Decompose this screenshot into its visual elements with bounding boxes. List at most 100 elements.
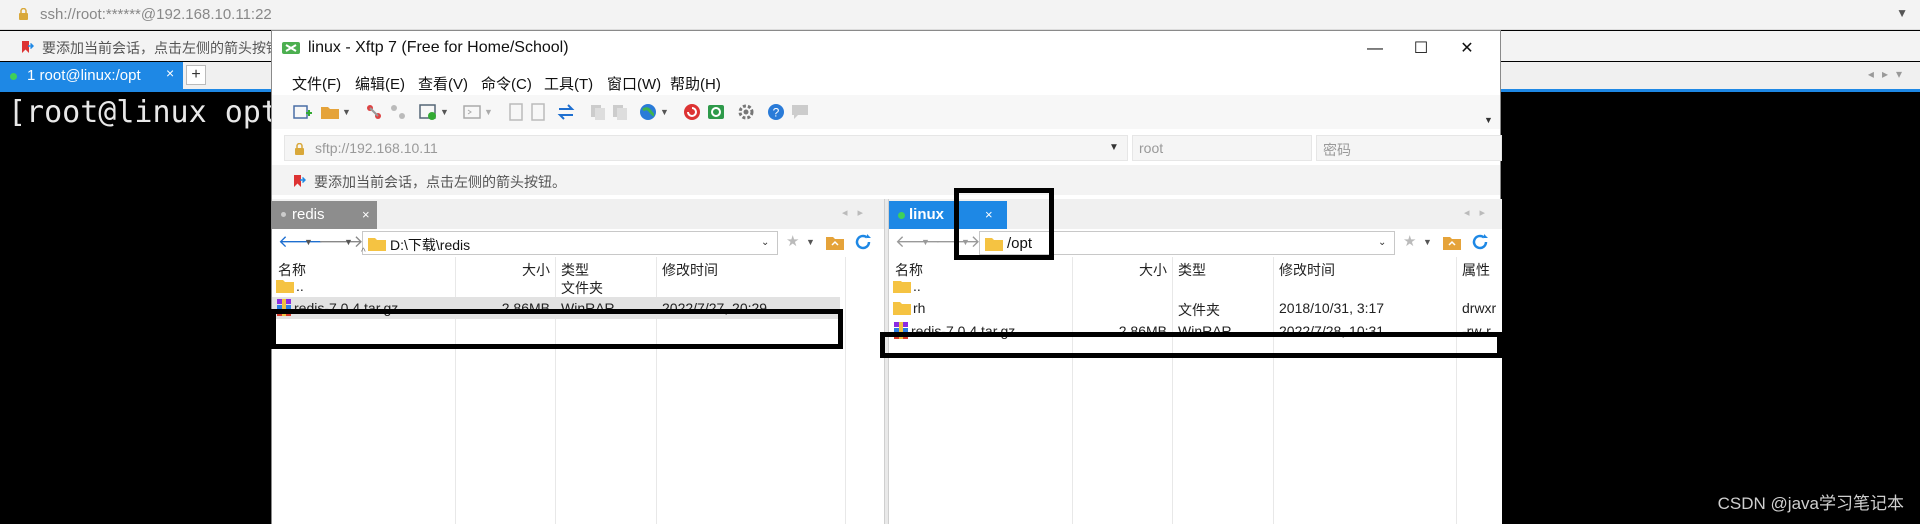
local-tab-strip: redis × ◂▸ bbox=[272, 199, 884, 229]
online-status-icon bbox=[10, 73, 17, 80]
chevron-down-icon[interactable]: ▼ bbox=[344, 237, 353, 247]
password-input[interactable]: 密码 bbox=[1316, 135, 1502, 161]
column-divider[interactable] bbox=[1072, 257, 1073, 281]
toolbar: ▼ ▼ ▼ ▼ ? ▼ bbox=[272, 95, 1500, 129]
open-folder-icon[interactable] bbox=[320, 102, 340, 122]
new-session-icon[interactable] bbox=[292, 102, 312, 122]
column-divider[interactable] bbox=[1273, 257, 1274, 281]
chevron-down-icon[interactable]: ▼ bbox=[1109, 142, 1119, 153]
chevron-down-icon[interactable]: ▼ bbox=[342, 107, 362, 127]
transfer-icon[interactable] bbox=[556, 102, 576, 122]
paste-icon[interactable] bbox=[528, 102, 548, 122]
folder-icon bbox=[368, 238, 386, 251]
star-icon[interactable]: ★ bbox=[1403, 232, 1416, 250]
username-input[interactable]: root bbox=[1132, 135, 1312, 161]
sort-ascending-icon: ^ bbox=[361, 247, 366, 258]
menu-command[interactable]: 命令(C) bbox=[481, 73, 532, 94]
remote-col-size[interactable]: 大小 bbox=[1137, 260, 1167, 280]
gear-icon[interactable] bbox=[736, 102, 756, 122]
chevron-down-icon[interactable]: ▼ bbox=[1484, 115, 1504, 135]
chevron-down-icon[interactable]: ▼ bbox=[484, 107, 504, 127]
menu-help[interactable]: 帮助(H) bbox=[670, 73, 721, 94]
remote-col-attributes[interactable]: 属性 bbox=[1462, 260, 1490, 280]
close-tab-icon[interactable]: × bbox=[166, 65, 174, 81]
session-hint-bar: 要添加当前会话，点击左侧的箭头按钮。 bbox=[272, 165, 1500, 195]
chevron-down-icon[interactable]: ▼ bbox=[660, 107, 680, 127]
xftp-window: linux - Xftp 7 (Free for Home/School) — … bbox=[271, 30, 1502, 524]
local-path-input[interactable]: D:\下载\redis ⌄ bbox=[362, 231, 778, 255]
xshell-icon[interactable] bbox=[682, 102, 702, 122]
chevron-down-icon[interactable]: ▼ bbox=[1423, 237, 1432, 247]
copy-icon[interactable] bbox=[506, 102, 526, 122]
tab-scroll-arrows-icon[interactable]: ◂▸▾ bbox=[1868, 67, 1910, 81]
forward-arrow-icon[interactable]: 🡒 bbox=[318, 232, 364, 252]
chevron-down-icon[interactable]: ▼ bbox=[1896, 6, 1908, 20]
file-name: rh bbox=[913, 300, 926, 316]
close-window-button[interactable]: ✕ bbox=[1444, 33, 1490, 65]
title-bar[interactable]: linux - Xftp 7 (Free for Home/School) — … bbox=[272, 31, 1500, 67]
back-arrow-icon[interactable]: 🡐 bbox=[278, 232, 324, 252]
tab-root-linux-opt[interactable]: 1 root@linux:/opt × bbox=[0, 62, 183, 89]
file-modified: 2018/10/31, 3:17 bbox=[1279, 300, 1385, 316]
chevron-down-icon[interactable]: ▼ bbox=[304, 237, 313, 247]
home-folder-icon[interactable] bbox=[826, 234, 844, 250]
remote-col-name[interactable]: 名称 bbox=[895, 260, 923, 280]
address-bar: sftp://192.168.10.11 ▼ root 密码 bbox=[284, 135, 1502, 161]
file-row-rh[interactable]: rh 文件夹 2018/10/31, 3:17 drwxr bbox=[889, 297, 1502, 319]
home-folder-icon[interactable] bbox=[1443, 234, 1461, 250]
menu-file[interactable]: 文件(F) bbox=[292, 73, 341, 94]
remote-col-type[interactable]: 类型 bbox=[1178, 260, 1206, 280]
back-arrow-icon[interactable]: 🡐 bbox=[895, 232, 941, 252]
window-title: linux - Xftp 7 (Free for Home/School) bbox=[308, 39, 569, 56]
properties-icon[interactable] bbox=[418, 102, 438, 122]
local-tab-label: redis bbox=[292, 206, 325, 223]
compare-icon[interactable] bbox=[610, 102, 630, 122]
menu-view[interactable]: 查看(V) bbox=[418, 73, 468, 94]
column-divider[interactable] bbox=[1172, 257, 1173, 281]
column-divider[interactable] bbox=[1456, 257, 1457, 281]
chevron-down-icon[interactable]: ▼ bbox=[921, 237, 930, 247]
chevron-down-icon[interactable]: ▼ bbox=[440, 107, 460, 127]
bookmark-icon[interactable] bbox=[20, 40, 34, 54]
terminal-prompt: [root@linux opt bbox=[8, 95, 279, 130]
disconnect-icon[interactable] bbox=[388, 102, 408, 122]
connect-icon[interactable] bbox=[364, 102, 384, 122]
chevron-down-icon[interactable]: ▼ bbox=[806, 237, 815, 247]
help-icon[interactable]: ? bbox=[766, 102, 786, 122]
tab-scroll-arrows-icon[interactable]: ◂▸ bbox=[842, 206, 873, 219]
menu-window[interactable]: 窗口(W) bbox=[607, 73, 661, 94]
globe-icon[interactable] bbox=[638, 102, 658, 122]
annotation-box-remote-path bbox=[954, 188, 1054, 260]
sync-icon[interactable] bbox=[588, 102, 608, 122]
tab-redis[interactable]: redis × bbox=[272, 201, 377, 229]
star-icon[interactable]: ★ bbox=[786, 232, 799, 250]
file-row-parent[interactable]: .. 文件夹 bbox=[272, 275, 884, 297]
refresh-icon[interactable] bbox=[1471, 233, 1489, 251]
chevron-down-icon[interactable]: ⌄ bbox=[761, 237, 769, 248]
refresh-icon[interactable] bbox=[854, 233, 872, 251]
maximize-button[interactable]: ☐ bbox=[1398, 33, 1444, 65]
close-tab-icon[interactable]: × bbox=[362, 207, 370, 222]
file-row-parent[interactable]: .. bbox=[889, 281, 1502, 297]
remote-col-modified[interactable]: 修改时间 bbox=[1279, 260, 1335, 280]
chat-icon[interactable] bbox=[790, 102, 810, 122]
username-placeholder: root bbox=[1139, 140, 1164, 156]
host-input[interactable]: sftp://192.168.10.11 ▼ bbox=[284, 135, 1128, 161]
chevron-down-icon[interactable]: ⌄ bbox=[1378, 237, 1386, 248]
minimize-button[interactable]: — bbox=[1352, 33, 1398, 65]
bookmark-icon[interactable] bbox=[292, 174, 306, 188]
menu-tools[interactable]: 工具(T) bbox=[544, 73, 593, 94]
session-hint-text: 要添加当前会话，点击左侧的箭头按钮。 bbox=[42, 40, 294, 56]
file-name: .. bbox=[296, 278, 304, 294]
menu-bar: 文件(F) 编辑(E) 查看(V) 命令(C) 工具(T) 窗口(W) 帮助(H… bbox=[272, 67, 1500, 95]
terminal-icon[interactable] bbox=[462, 102, 482, 122]
add-tab-button[interactable]: + bbox=[186, 65, 206, 85]
folder-icon bbox=[893, 281, 911, 293]
remote-column-header: 名称 大小 类型 修改时间 属性 bbox=[889, 257, 1502, 281]
xftp-icon[interactable] bbox=[706, 102, 726, 122]
offline-status-icon bbox=[281, 212, 286, 217]
tab-scroll-arrows-icon[interactable]: ◂▸ bbox=[1464, 206, 1495, 219]
menu-edit[interactable]: 编辑(E) bbox=[355, 73, 405, 94]
lock-icon bbox=[19, 8, 28, 20]
ssh-address-bar[interactable]: ssh://root:******@192.168.10.11:22 ▼ bbox=[0, 0, 1920, 30]
